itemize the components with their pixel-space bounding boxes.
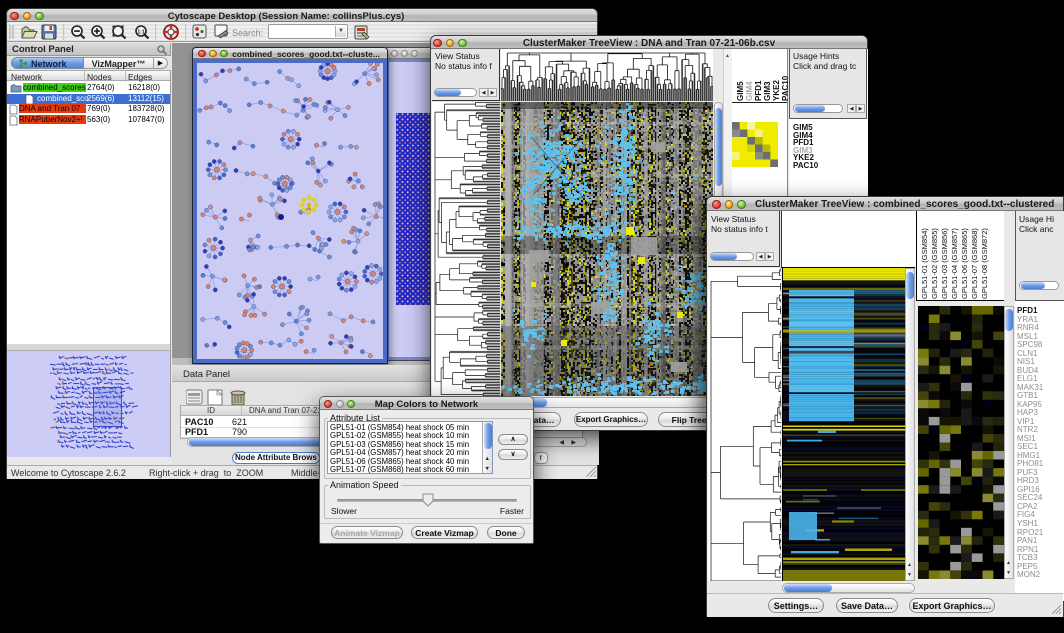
svg-text:1:1: 1:1 — [137, 29, 144, 35]
